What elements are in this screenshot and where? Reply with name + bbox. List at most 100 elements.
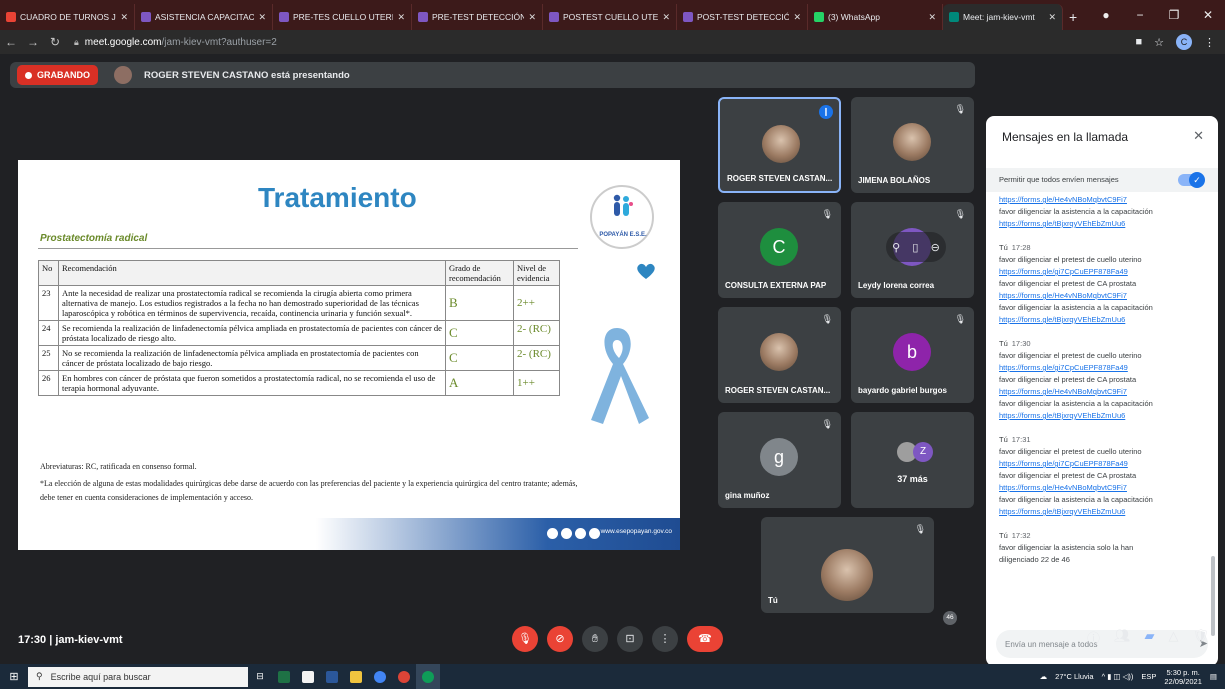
taskbar-clock[interactable]: 5:30 p. m. 22/09/2021 — [1164, 668, 1202, 686]
weather-text[interactable]: 27°C Lluvia — [1055, 672, 1093, 681]
tab-close-icon[interactable]: ✕ — [928, 12, 936, 23]
tab-close-icon[interactable]: ✕ — [662, 12, 670, 23]
taskbar-search-placeholder: Escribe aquí para buscar — [50, 671, 151, 682]
participant-tile[interactable]: 🎙︎ JIMENA BOLAÑOS — [851, 97, 974, 193]
self-name: Tú — [768, 596, 778, 605]
chat-link[interactable]: https://forms.gle/He4vNBoMqbvtC9Fi7 — [999, 386, 1205, 398]
reload-icon[interactable]: ↻ — [44, 35, 66, 49]
camera-indicator-icon[interactable]: ■ — [1135, 36, 1142, 48]
raise-hand-button[interactable]: ✋︎ — [582, 626, 608, 652]
close-chat-icon[interactable]: ✕ — [1193, 128, 1204, 144]
excel-icon[interactable] — [272, 664, 296, 689]
chrome-icon[interactable] — [368, 664, 392, 689]
mute-participant-icon[interactable]: ▯ — [912, 241, 918, 254]
chat-time: 17:31 — [1011, 435, 1031, 444]
pin-icon[interactable]: ⚲ — [892, 241, 900, 254]
browser-tab[interactable]: POST-TEST DETECCIÓN TE ✕ — [677, 4, 808, 30]
taskbar-search[interactable]: ⚲ Escribe aquí para buscar — [28, 666, 248, 687]
bookmark-star-icon[interactable]: ☆ — [1154, 36, 1164, 49]
file-explorer-icon[interactable] — [344, 664, 368, 689]
chat-link[interactable]: https://forms.gle/tBjxrqyVEhEbZmUu6 — [999, 506, 1205, 518]
browser-tab[interactable]: CUADRO DE TURNOS JULI ✕ — [0, 4, 135, 30]
tab-close-icon[interactable]: ✕ — [258, 12, 266, 23]
chat-time: 17:32 — [1011, 531, 1031, 540]
notifications-icon[interactable]: ▤ — [1210, 672, 1217, 681]
mic-toggle-button[interactable]: 🎙︎ — [512, 626, 538, 652]
remove-participant-icon[interactable]: ⊖ — [931, 241, 940, 254]
word-icon[interactable] — [320, 664, 344, 689]
allow-messages-toggle[interactable]: ✓ — [1178, 172, 1205, 188]
chat-link[interactable]: https://forms.gle/He4vNBoMqbvtC9Fi7 — [999, 290, 1205, 302]
present-screen-button[interactable]: ⊡ — [617, 626, 643, 652]
activities-icon[interactable]: △ — [1168, 628, 1178, 647]
participant-tile[interactable]: 🎙︎ b bayardo gabriel burgos — [851, 307, 974, 403]
more-participants-tile[interactable]: Z 37 más — [851, 412, 974, 508]
self-tile[interactable]: 🎙︎ Tú — [761, 517, 934, 613]
tab-close-icon[interactable]: ✕ — [1048, 12, 1056, 23]
url-field[interactable]: 🔒︎ meet.google.com /jam-kiev-vmt?authuse… — [74, 37, 277, 48]
profile-dot-icon[interactable]: ● — [1089, 8, 1123, 22]
chrome-active-icon[interactable] — [416, 664, 440, 689]
participant-avatar: g — [760, 438, 798, 476]
chat-time: 17:30 — [1011, 339, 1031, 348]
chat-link[interactable]: https://forms.gle/gi7CpCuEPF878Fa49 — [999, 362, 1205, 374]
chrome-profile-icon[interactable] — [392, 664, 416, 689]
camera-toggle-button[interactable]: ⊘ — [547, 626, 573, 652]
tray-icons[interactable]: ^ ▮ ◫ ◁)) — [1102, 672, 1134, 681]
chat-message-text: favor diligenciar el pretest de CA prost… — [999, 375, 1137, 384]
chat-link[interactable]: https://forms.gle/gi7CpCuEPF878Fa49 — [999, 458, 1205, 470]
browser-tab[interactable]: PRE-TEST DETECCIÓN TEM✕ — [412, 4, 543, 30]
close-window-icon[interactable]: ✕ — [1191, 8, 1225, 22]
browser-tab[interactable]: POSTEST CUELLO UTERINO✕ — [543, 4, 677, 30]
browser-menu-icon[interactable]: ⋮ — [1204, 36, 1215, 49]
allow-messages-row: Permitir que todos envíen mensajes ✓ — [986, 168, 1218, 192]
host-controls-icon[interactable]: 🛡︎ — [1192, 628, 1209, 647]
tab-close-icon[interactable]: ✕ — [793, 12, 801, 23]
tab-close-icon[interactable]: ✕ — [120, 12, 128, 23]
participant-tile[interactable]: 🎙︎ ⚲ ▯ ⊖ Leydy lorena correa — [851, 202, 974, 298]
row-grade: C — [445, 345, 514, 371]
meet-stage: GRABANDO ROGER STEVEN CASTANO está prese… — [0, 54, 1225, 666]
task-view-icon[interactable]: ⊟ — [248, 664, 272, 689]
browser-tab[interactable]: Meet: jam-kiev-vmt ✕ — [943, 4, 1063, 30]
chat-link[interactable]: https://forms.gle/tBjxrqyVEhEbZmUu6 — [999, 410, 1205, 422]
chat-icon[interactable]: ▰ — [1144, 628, 1154, 647]
chat-message-text: diligenciado 22 de 46 — [999, 555, 1070, 564]
browser-tab[interactable]: PRE-TES CUELLO UTERINO✕ — [273, 4, 412, 30]
forward-icon[interactable]: → — [22, 35, 44, 49]
lock-icon: 🔒︎ — [74, 36, 79, 47]
maximize-icon[interactable]: ❐ — [1157, 8, 1191, 22]
profile-avatar[interactable]: C — [1176, 34, 1192, 50]
participant-tile[interactable]: 🎙︎ ROGER STEVEN CASTAN... — [718, 307, 841, 403]
chat-messages[interactable]: https://forms.gle/He4vNBoMqbvtC9Fi7 favor… — [986, 194, 1218, 622]
chat-message-text: favor diligenciar la asistencia a la cap… — [999, 495, 1153, 504]
leave-call-button[interactable]: ☎︎ — [687, 626, 723, 652]
windows-start-icon[interactable]: ⊞ — [0, 670, 28, 683]
participant-tile[interactable]: 🎙︎ C CONSULTA EXTERNA PAP — [718, 202, 841, 298]
minimize-icon[interactable]: − — [1123, 8, 1157, 22]
browser-tab[interactable]: (3) WhatsApp ✕ — [808, 4, 943, 30]
more-options-button[interactable]: ⋮ — [652, 626, 678, 652]
participant-tile[interactable]: ❙ ROGER STEVEN CASTAN... — [718, 97, 841, 193]
meeting-details-icon[interactable]: ⓘ — [1087, 628, 1100, 647]
recording-badge[interactable]: GRABANDO — [17, 65, 98, 85]
chat-message-text: favor diligenciar el pretest de cuello u… — [999, 255, 1142, 264]
tab-favicon-icon — [683, 12, 693, 22]
chat-link[interactable]: https://forms.gle/He4vNBoMqbvtC9Fi7 — [999, 482, 1205, 494]
language-indicator[interactable]: ESP — [1141, 672, 1156, 681]
chat-link[interactable]: https://forms.gle/He4vNBoMqbvtC9Fi7 — [999, 194, 1205, 206]
chat-scrollbar[interactable] — [1211, 556, 1215, 636]
people-icon[interactable]: 👥︎ — [1114, 628, 1131, 647]
participant-tile[interactable]: 🎙︎ g gina muñoz — [718, 412, 841, 508]
browser-tab[interactable]: ASISTENCIA CAPACITACIO ✕ — [135, 4, 273, 30]
tab-close-icon[interactable]: ✕ — [397, 12, 405, 23]
back-icon[interactable]: ← — [0, 35, 22, 49]
tab-close-icon[interactable]: ✕ — [528, 12, 536, 23]
weather-icon[interactable]: ☁︎ — [1040, 672, 1048, 681]
chat-link[interactable]: https://forms.gle/tBjxrqyVEhEbZmUu6 — [999, 314, 1205, 326]
new-tab-button[interactable]: + — [1063, 4, 1083, 30]
chat-link[interactable]: https://forms.gle/tBjxrqyVEhEbZmUu6 — [999, 218, 1205, 230]
allow-messages-label: Permitir que todos envíen mensajes — [999, 175, 1119, 184]
store-icon[interactable] — [296, 664, 320, 689]
chat-link[interactable]: https://forms.gle/gi7CpCuEPF878Fa49 — [999, 266, 1205, 278]
